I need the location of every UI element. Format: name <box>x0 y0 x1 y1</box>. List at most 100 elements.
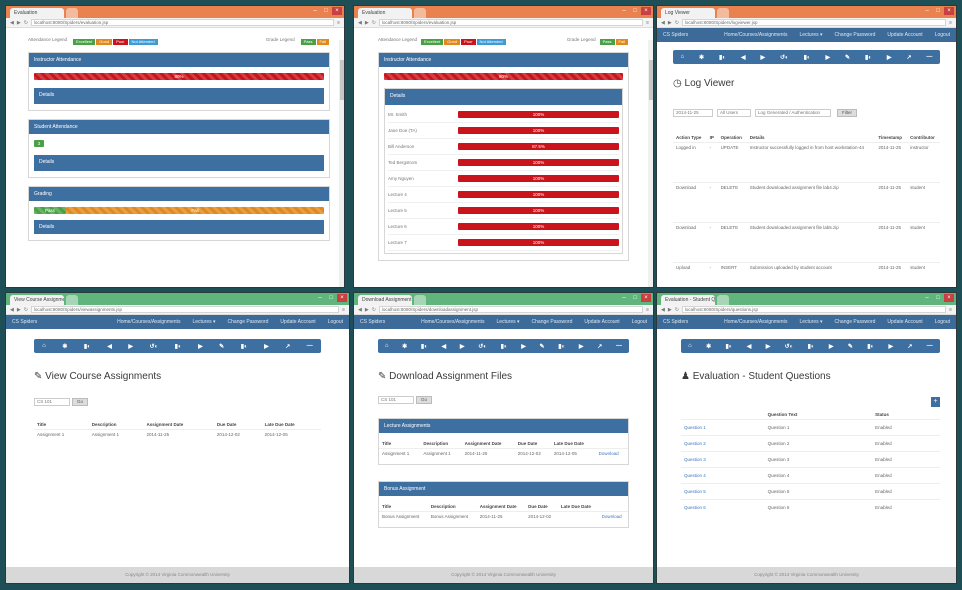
menu-icon[interactable]: ≡ <box>646 20 649 26</box>
back-nav-icon[interactable]: ◀ <box>358 307 362 313</box>
go-button[interactable]: Go <box>416 396 433 404</box>
list-icon[interactable]: ▶ <box>579 343 584 350</box>
refresh-icon[interactable]: ✱ <box>706 343 711 350</box>
nav-link[interactable]: Change Password <box>228 319 269 325</box>
maximize-icon[interactable]: □ <box>326 294 336 302</box>
new-tab-button[interactable] <box>717 295 729 305</box>
course-select[interactable]: CS 101 <box>378 396 414 404</box>
graph-icon[interactable]: ▮◐ <box>865 54 872 61</box>
menu-icon[interactable]: ≡ <box>949 307 952 313</box>
download-icon[interactable]: ▮◐ <box>501 343 508 350</box>
forward-icon[interactable]: ▶ <box>460 343 465 350</box>
download-link[interactable]: Download <box>595 448 628 458</box>
column-header[interactable]: Description <box>89 420 144 430</box>
forward-nav-icon[interactable]: ▶ <box>365 20 369 26</box>
column-header[interactable]: Due Date <box>214 420 262 430</box>
app-brand[interactable]: CS Spiders <box>360 319 385 325</box>
column-header[interactable]: Assignment Date <box>477 502 525 512</box>
details-toggle[interactable]: Details <box>34 88 324 104</box>
column-header[interactable]: Contributor <box>907 133 940 143</box>
stats-icon[interactable]: ↺◐ <box>150 343 159 350</box>
maximize-icon[interactable]: □ <box>933 7 943 15</box>
forward-icon[interactable]: ▶ <box>766 343 771 350</box>
download-icon[interactable]: ▮◐ <box>175 343 182 350</box>
minus-icon[interactable]: — <box>616 343 622 349</box>
app-brand[interactable]: CS Spiders <box>663 319 688 325</box>
scrollbar[interactable] <box>648 40 653 287</box>
list-icon[interactable]: ▶ <box>887 54 892 61</box>
menu-icon[interactable]: ≡ <box>646 307 649 313</box>
new-tab-button[interactable] <box>414 8 426 18</box>
column-header[interactable]: Details <box>747 133 876 143</box>
close-icon[interactable]: × <box>337 294 347 302</box>
url-field[interactable]: localhost:8080/Spiders/evaluation.jsp <box>30 19 335 26</box>
refresh-icon[interactable]: ✱ <box>402 343 407 350</box>
column-header[interactable] <box>681 410 765 420</box>
list-icon[interactable]: ▶ <box>888 343 893 350</box>
nav-link[interactable]: Lectures ▾ <box>192 319 215 325</box>
refresh-icon[interactable]: ✱ <box>62 343 67 350</box>
reload-icon[interactable]: ↻ <box>24 307 28 313</box>
forward-nav-icon[interactable]: ▶ <box>17 307 21 313</box>
url-field[interactable]: localhost:8080/Spiders/evaluation.jsp <box>378 19 644 26</box>
type-filter[interactable]: Log Generated / Authentication <box>755 109 831 117</box>
url-field[interactable]: localhost:8080/Spiders/logviewer.jsp <box>681 19 947 26</box>
minimize-icon[interactable]: – <box>619 7 629 15</box>
column-header[interactable]: Title <box>34 420 89 430</box>
back-nav-icon[interactable]: ◀ <box>358 20 362 26</box>
upload-icon[interactable]: ▶ <box>825 54 830 61</box>
question-link[interactable]: Question 2 <box>681 435 765 452</box>
question-link[interactable]: Question 3 <box>681 451 765 468</box>
graph-icon[interactable]: ▮◐ <box>241 343 248 350</box>
edit-icon[interactable]: ✎ <box>540 343 545 350</box>
back-nav-icon[interactable]: ◀ <box>10 307 14 313</box>
column-header[interactable]: Status <box>872 410 940 420</box>
column-header[interactable]: Late Due Date <box>551 439 596 449</box>
home-icon[interactable]: ⌂ <box>680 54 684 60</box>
stats-icon[interactable]: ↺◐ <box>780 54 789 61</box>
forward-icon[interactable]: ▶ <box>128 343 133 350</box>
minimize-icon[interactable]: – <box>922 7 932 15</box>
column-header[interactable]: Assignment Date <box>462 439 515 449</box>
user-filter[interactable]: All Users <box>717 109 751 117</box>
question-link[interactable]: Question 4 <box>681 467 765 484</box>
edit-icon[interactable]: ✎ <box>848 343 853 350</box>
browser-tab[interactable]: View Course Assignments <box>10 295 64 305</box>
url-field[interactable]: localhost:8080/Spiders/viewassignments.j… <box>30 306 340 313</box>
back-icon[interactable]: ◀ <box>747 343 752 350</box>
nav-link[interactable]: Lectures ▾ <box>799 319 822 325</box>
home-icon[interactable]: ⌂ <box>42 343 46 349</box>
forward-icon[interactable]: ▶ <box>760 54 765 61</box>
edit-icon[interactable]: ✎ <box>219 343 224 350</box>
details-toggle[interactable]: Details <box>34 220 324 234</box>
refresh-icon[interactable]: ✱ <box>699 54 704 61</box>
column-header[interactable]: Description <box>428 502 477 512</box>
minimize-icon[interactable]: – <box>315 294 325 302</box>
close-icon[interactable]: × <box>641 294 651 302</box>
url-field[interactable]: localhost:8080/Spiders/downloadassignmen… <box>378 306 644 313</box>
column-header[interactable]: IP <box>707 133 718 143</box>
upload-icon[interactable]: ▶ <box>829 343 834 350</box>
app-brand[interactable]: CS Spiders <box>12 319 37 325</box>
download-link[interactable]: Download <box>598 511 628 521</box>
browser-tab[interactable]: Download Assignment Files <box>358 295 412 305</box>
back-nav-icon[interactable]: ◀ <box>10 20 14 26</box>
column-header[interactable]: Title <box>379 439 420 449</box>
close-icon[interactable]: × <box>944 294 954 302</box>
download-icon[interactable]: ▮◐ <box>804 54 811 61</box>
nav-link[interactable]: Home/Courses/Assignments <box>421 319 484 325</box>
chart-icon[interactable]: ▮◐ <box>725 343 732 350</box>
share-icon[interactable]: ↗ <box>597 343 602 350</box>
column-header[interactable]: Timestamp <box>875 133 907 143</box>
menu-icon[interactable]: ≡ <box>949 20 952 26</box>
browser-tab[interactable]: Evaluation <box>10 8 64 18</box>
forward-nav-icon[interactable]: ▶ <box>668 20 672 26</box>
forward-nav-icon[interactable]: ▶ <box>17 20 21 26</box>
menu-icon[interactable]: ≡ <box>342 307 345 313</box>
question-link[interactable]: Question 1 <box>681 419 765 436</box>
close-icon[interactable]: × <box>944 7 954 15</box>
back-nav-icon[interactable]: ◀ <box>661 20 665 26</box>
stats-icon[interactable]: ↺◐ <box>478 343 487 350</box>
nav-link[interactable]: Lectures ▾ <box>496 319 519 325</box>
column-header[interactable]: Description <box>420 439 461 449</box>
